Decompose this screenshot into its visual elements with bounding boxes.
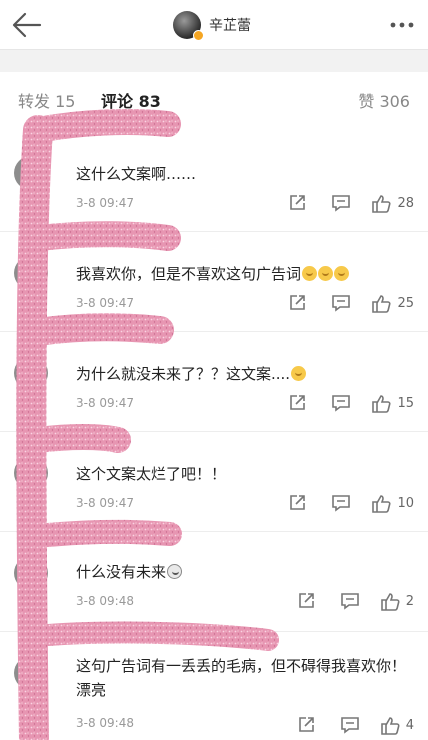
comment-actions: 4 <box>276 714 414 736</box>
thumbs-up-icon <box>372 294 391 313</box>
profile-name[interactable]: 辛芷蕾 <box>209 15 251 35</box>
share-icon <box>290 495 306 510</box>
comment-list: 这什么文案啊…… 3-8 09:47 28 我喜欢你，但是不喜欢这句广告词 3-… <box>0 124 428 740</box>
emoji-icon <box>291 366 307 381</box>
share-icon <box>298 717 314 732</box>
comment-text: 我喜欢你，但是不喜欢这句广告词 <box>76 262 414 286</box>
comment-actions: 25 <box>267 292 414 314</box>
emoji-icon <box>302 266 318 281</box>
like-count: 15 <box>397 395 414 411</box>
thumbs-up-icon <box>380 592 400 611</box>
comment-time: 3-8 09:47 <box>76 196 134 210</box>
tab-likes[interactable]: 赞 306 <box>358 88 410 112</box>
commenter-avatar[interactable] <box>14 156 48 190</box>
comment-icon <box>332 295 351 312</box>
comment-item: 什么没有未来 3-8 09:48 2 <box>0 524 428 632</box>
reply-button[interactable] <box>327 292 355 314</box>
post-author[interactable]: 辛芷蕾 <box>173 10 251 41</box>
repost-button[interactable] <box>283 292 311 314</box>
like-button[interactable]: 10 <box>371 492 414 514</box>
comment-text: 这个文案太烂了吧！！ <box>76 465 227 483</box>
emoji-icon <box>318 266 334 281</box>
reply-button[interactable] <box>327 392 355 414</box>
comment-icon <box>332 195 351 212</box>
commenter-avatar[interactable] <box>14 556 48 590</box>
comment-text: 这什么文案啊…… <box>76 165 197 183</box>
reply-button[interactable] <box>336 590 364 612</box>
comment-actions: 28 <box>267 192 414 214</box>
emoji-icon <box>167 564 183 579</box>
top-bar: 辛芷蕾 <box>0 0 428 50</box>
thumbs-up-icon <box>372 394 391 413</box>
tab-reposts[interactable]: 转发 15 <box>18 88 75 112</box>
share-icon <box>290 395 306 410</box>
commenter-avatar[interactable] <box>14 356 48 390</box>
reply-button[interactable] <box>327 492 355 514</box>
comment-text: 什么没有未来 <box>76 560 414 584</box>
like-count: 4 <box>405 717 414 733</box>
thumbs-up-icon <box>372 494 391 513</box>
repost-button[interactable] <box>292 714 320 736</box>
comment-time: 3-8 09:47 <box>76 296 134 310</box>
comment-time: 3-8 09:47 <box>76 496 134 510</box>
comment-icon <box>332 395 351 412</box>
comment-text: 为什么就没未来了？？这文案.... <box>76 362 414 386</box>
repost-button[interactable] <box>283 392 311 414</box>
comment-item: 为什么就没未来了？？这文案.... 3-8 09:47 15 <box>0 324 428 432</box>
like-count: 25 <box>397 295 414 311</box>
more-options-icon[interactable] <box>388 12 416 38</box>
emoji-icon <box>334 266 350 281</box>
like-button[interactable]: 28 <box>371 192 414 214</box>
comment-icon <box>332 495 351 512</box>
repost-button[interactable] <box>292 590 320 612</box>
reply-button[interactable] <box>336 714 364 736</box>
comment-item: 这个文案太烂了吧！！ 3-8 09:47 10 <box>0 424 428 532</box>
like-button[interactable]: 4 <box>380 714 414 736</box>
commenter-avatar[interactable] <box>14 456 48 490</box>
like-button[interactable]: 15 <box>371 392 414 414</box>
like-count: 28 <box>397 195 414 211</box>
share-icon <box>298 593 314 608</box>
comment-icon <box>340 717 359 734</box>
like-button[interactable]: 2 <box>380 590 414 612</box>
share-icon <box>290 195 306 210</box>
active-tab-indicator <box>109 118 125 121</box>
comment-time: 3-8 09:47 <box>76 396 134 410</box>
comment-actions: 2 <box>276 590 414 612</box>
comment-icon <box>340 593 359 610</box>
commenter-avatar[interactable] <box>14 656 48 690</box>
comment-text: 这句广告词有一丢丢的毛病，但不碍得我喜欢你！漂亮 <box>76 657 407 699</box>
comment-time: 3-8 09:48 <box>76 716 134 730</box>
commenter-avatar[interactable] <box>14 256 48 290</box>
comment-actions: 15 <box>267 392 414 414</box>
thumbs-up-icon <box>380 716 400 735</box>
repost-button[interactable] <box>283 192 311 214</box>
back-arrow-icon[interactable] <box>10 10 44 40</box>
repost-button[interactable] <box>283 492 311 514</box>
interaction-tabs: 转发 15 评论 83 赞 306 <box>0 72 428 124</box>
reply-button[interactable] <box>327 192 355 214</box>
thumbs-up-icon <box>372 194 391 213</box>
like-button[interactable]: 25 <box>371 292 414 314</box>
comment-item: 我喜欢你，但是不喜欢这句广告词 3-8 09:47 25 <box>0 224 428 332</box>
like-count: 2 <box>405 593 414 609</box>
tab-comments[interactable]: 评论 83 <box>101 88 161 112</box>
verified-badge-icon <box>193 30 204 41</box>
comment-item: 这什么文案啊…… 3-8 09:47 28 <box>0 124 428 232</box>
comment-time: 3-8 09:48 <box>76 594 134 608</box>
avatar[interactable] <box>173 11 204 41</box>
comment-actions: 10 <box>267 492 414 514</box>
like-count: 10 <box>397 495 414 511</box>
share-icon <box>290 295 306 310</box>
comment-item: 这句广告词有一丢丢的毛病，但不碍得我喜欢你！漂亮 3-8 09:48 4 <box>0 624 428 740</box>
